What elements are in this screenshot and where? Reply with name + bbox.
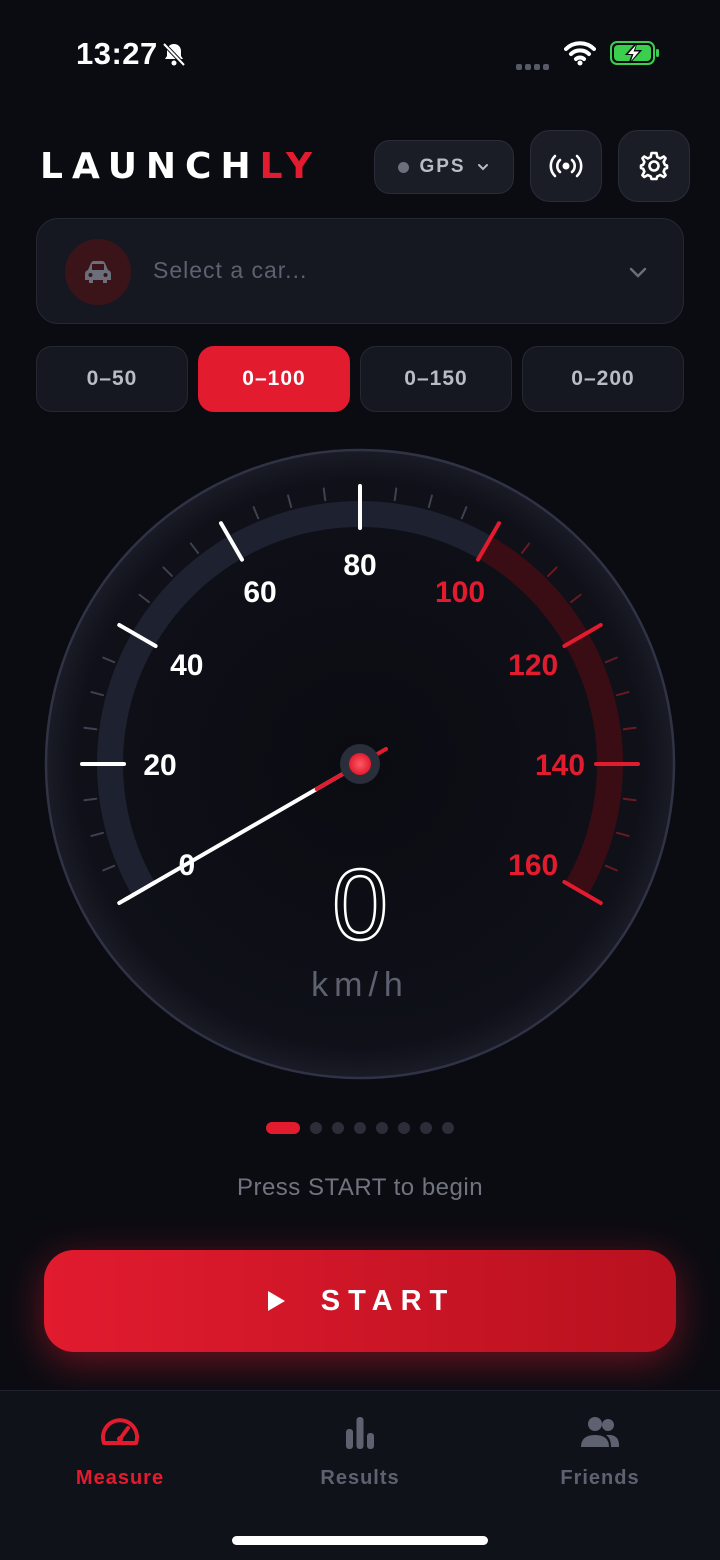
cellular-signal-icon <box>516 57 554 70</box>
car-select-placeholder: Select a car... <box>153 257 308 283</box>
pager-dot[interactable] <box>398 1122 410 1134</box>
nav-label: Results <box>320 1467 400 1489</box>
gear-icon <box>639 151 669 181</box>
speedometer-gauge: 020406080100120140160 0 km/h <box>44 448 676 1080</box>
chevron-down-icon <box>477 164 488 171</box>
pager-dot[interactable] <box>420 1122 432 1134</box>
status-bar: 13:27 <box>0 0 720 100</box>
app-logo: LAUNCHLY <box>40 146 321 187</box>
pager-dot[interactable] <box>332 1122 344 1134</box>
gps-status-dot <box>398 161 410 173</box>
people-icon <box>581 1417 619 1447</box>
car-avatar <box>65 239 131 305</box>
battery-charging-icon <box>610 41 659 65</box>
range-tab-0-50[interactable]: 0–50 <box>36 346 188 412</box>
start-button-label: START <box>320 1284 456 1317</box>
broadcast-icon <box>549 154 583 178</box>
logo-accent: LY <box>259 146 322 187</box>
gauge-label: 100 <box>435 576 485 609</box>
pager-dot[interactable] <box>310 1122 322 1134</box>
gauge-label: 40 <box>170 649 203 682</box>
settings-button[interactable] <box>618 130 690 202</box>
pager-dot[interactable] <box>376 1122 388 1134</box>
play-icon <box>267 1291 285 1311</box>
logo-main: LAUNCH <box>40 146 260 187</box>
pager-dot[interactable] <box>442 1122 454 1134</box>
gps-source-dropdown[interactable]: GPS <box>374 140 514 194</box>
status-time: 13:27 <box>76 36 158 71</box>
range-tab-label: 0–200 <box>571 367 635 390</box>
nav-label: Friends <box>560 1467 640 1489</box>
speed-unit: km/h <box>311 966 409 1004</box>
car-select-dropdown[interactable]: Select a car... <box>36 218 684 324</box>
gauge-hub-center <box>349 753 371 775</box>
nav-label: Measure <box>75 1467 165 1489</box>
start-hint: Press START to begin <box>236 1174 484 1201</box>
chevron-down-icon <box>629 267 647 278</box>
nav-results[interactable]: Results <box>280 1411 440 1490</box>
range-tab-label: 0–100 <box>242 367 306 390</box>
range-tab-0-100[interactable]: 0–100 <box>198 346 350 412</box>
pager-dot[interactable] <box>354 1122 366 1134</box>
pager-dot[interactable] <box>266 1122 300 1134</box>
bar-chart-icon <box>346 1417 374 1449</box>
range-tab-label: 0–150 <box>404 367 468 390</box>
gauge-label: 20 <box>143 749 176 782</box>
silent-bell-icon <box>162 42 186 67</box>
gauge-label: 60 <box>243 576 276 609</box>
speedometer-icon <box>101 1418 139 1445</box>
pager-dots <box>0 1122 720 1134</box>
start-button[interactable]: START <box>44 1250 676 1352</box>
range-tab-label: 0–50 <box>86 367 138 390</box>
car-icon <box>85 261 111 283</box>
range-tab-0-200[interactable]: 0–200 <box>522 346 684 412</box>
nav-friends[interactable]: Friends <box>520 1411 680 1490</box>
gauge-label: 80 <box>343 549 376 582</box>
gps-label: GPS <box>419 156 466 177</box>
nav-measure[interactable]: Measure <box>40 1411 200 1490</box>
wifi-icon <box>564 41 596 66</box>
bottom-navigation: Measure Results Friends <box>0 1390 720 1560</box>
speed-readout: 0 <box>332 849 388 961</box>
range-tab-0-150[interactable]: 0–150 <box>360 346 512 412</box>
broadcast-button[interactable] <box>530 130 602 202</box>
gauge-label: 120 <box>508 649 558 682</box>
home-indicator <box>232 1536 488 1545</box>
gauge-label: 140 <box>535 749 585 782</box>
gauge-label: 160 <box>508 849 558 882</box>
